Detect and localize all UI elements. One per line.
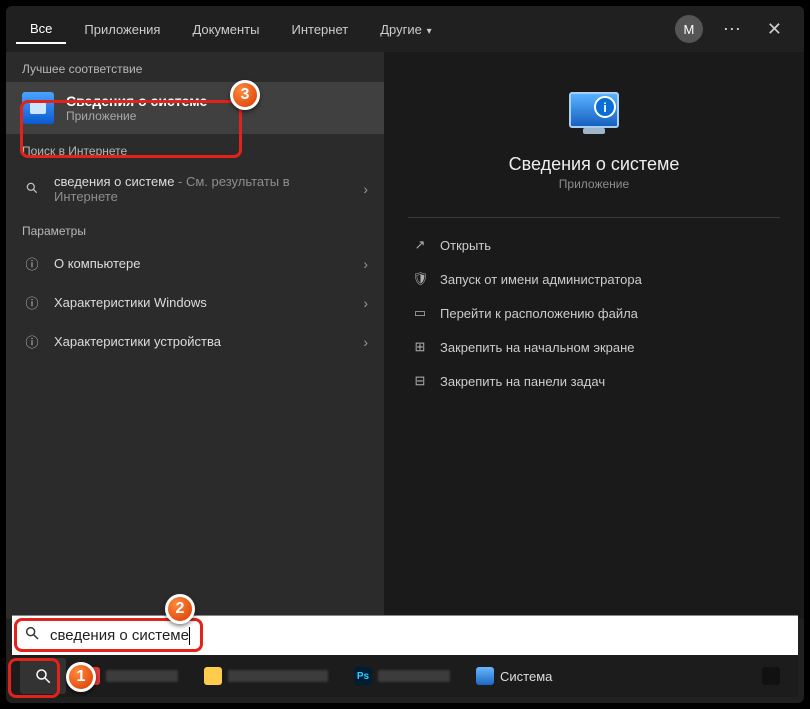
taskbar-search-button[interactable] — [20, 658, 66, 694]
annotation-marker-3: 3 — [230, 80, 260, 110]
settings-result-about-pc[interactable]: ⓘ О компьютере › — [6, 244, 384, 283]
action-pin-taskbar[interactable]: ⊟ Закрепить на панели задач — [408, 364, 780, 398]
section-settings: Параметры — [6, 214, 384, 244]
action-open[interactable]: ↗ Открыть — [408, 228, 780, 262]
preview-app-icon: i — [566, 92, 622, 140]
taskbar: Ps Система — [12, 655, 798, 697]
folder-icon: ▭ — [412, 305, 428, 321]
tab-more[interactable]: Другие ▾ — [366, 16, 445, 43]
taskbar-app-terminal[interactable] — [752, 658, 790, 694]
action-run-as-admin[interactable]: 🛡 Запуск от имени администратора — [408, 262, 780, 296]
tab-documents[interactable]: Документы — [178, 16, 273, 43]
close-button[interactable]: ✕ — [755, 19, 794, 40]
info-icon: ⓘ — [22, 254, 42, 273]
more-options-button[interactable]: ⋯ — [713, 19, 751, 40]
info-icon: ⓘ — [22, 293, 42, 312]
info-icon: ⓘ — [22, 332, 42, 351]
settings-result-device-specs[interactable]: ⓘ Характеристики устройства › — [6, 322, 384, 361]
taskbar-app-system[interactable]: Система — [466, 658, 562, 694]
settings-result-windows-specs[interactable]: ⓘ Характеристики Windows › — [6, 283, 384, 322]
search-icon — [24, 625, 40, 646]
pin-taskbar-icon: ⊟ — [412, 373, 428, 389]
search-bar[interactable]: сведения о системе — [12, 615, 798, 655]
best-match-subtitle: Приложение — [66, 109, 207, 123]
chevron-right-icon: › — [363, 295, 368, 311]
section-best-match: Лучшее соответствие — [6, 52, 384, 82]
preview-title: Сведения о системе — [408, 154, 780, 175]
taskbar-app-photoshop[interactable]: Ps — [344, 658, 460, 694]
preview-panel: i Сведения о системе Приложение ↗ Открыт… — [384, 52, 804, 619]
web-search-result[interactable]: сведения о системе - См. результаты в Ин… — [6, 164, 384, 214]
chevron-down-icon: ▾ — [424, 26, 432, 37]
open-icon: ↗ — [412, 237, 428, 253]
chevron-right-icon: › — [363, 256, 368, 272]
action-open-file-location[interactable]: ▭ Перейти к расположению файла — [408, 296, 780, 330]
section-web: Поиск в Интернете — [6, 134, 384, 164]
sysinfo-app-icon — [22, 92, 54, 124]
preview-subtitle: Приложение — [408, 177, 780, 191]
action-pin-start[interactable]: ⊞ Закрепить на начальном экране — [408, 330, 780, 364]
chevron-right-icon: › — [363, 334, 368, 350]
pin-icon: ⊞ — [412, 339, 428, 355]
taskbar-app-explorer[interactable] — [194, 658, 338, 694]
admin-shield-icon: 🛡 — [412, 271, 428, 287]
tab-web[interactable]: Интернет — [277, 16, 362, 43]
search-input-text: сведения о системе — [50, 627, 189, 644]
annotation-marker-2: 2 — [165, 594, 195, 624]
results-panel: Лучшее соответствие Сведения о системе П… — [6, 52, 384, 619]
best-match-title: Сведения о системе — [66, 93, 207, 109]
chevron-right-icon: › — [363, 181, 368, 197]
best-match-result[interactable]: Сведения о системе Приложение — [6, 82, 384, 134]
user-avatar[interactable]: M — [675, 15, 703, 43]
search-icon — [22, 181, 42, 198]
tab-apps[interactable]: Приложения — [70, 16, 174, 43]
search-tabs: Все Приложения Документы Интернет Другие… — [6, 6, 804, 52]
tab-all[interactable]: Все — [16, 15, 66, 44]
annotation-marker-1: 1 — [66, 662, 96, 692]
